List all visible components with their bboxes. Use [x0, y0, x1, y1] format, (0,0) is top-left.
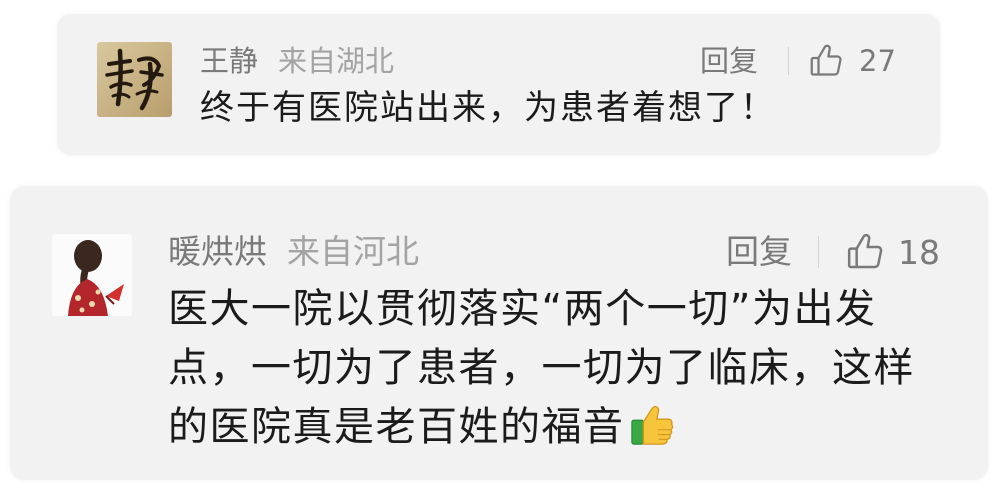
reply-button[interactable]: 回复 — [726, 232, 792, 272]
thumbs-up-outline-icon — [847, 233, 883, 269]
comment-text-line: 点，一切为了患者，一切为了临床，这样 — [168, 345, 915, 391]
comment-location: 来自河北 — [287, 232, 419, 271]
comment-author[interactable]: 王静 — [200, 44, 258, 78]
like-button[interactable]: 27 — [808, 42, 896, 80]
action-divider — [788, 47, 789, 75]
comment-location: 来自湖北 — [278, 44, 395, 78]
comment-card: 王静 来自湖北 回复 27 终于有医院站出来，为患者着想了！ — [57, 14, 940, 155]
comment-text-line: 医大一院以贯彻落实“两个一切”为出发 — [168, 286, 877, 332]
comment-meta: 王静 来自湖北 — [200, 44, 394, 78]
like-button[interactable]: 18 — [845, 231, 940, 273]
like-count: 27 — [859, 44, 896, 78]
comment-text-segment: 的医院真是老百姓的福音 — [168, 404, 625, 450]
thumbs-up-emoji-icon — [629, 401, 675, 447]
calligraphy-avatar-icon — [97, 42, 172, 117]
comment-card: 暖烘烘 来自河北 回复 18 医大一院以贯彻落实“两个一切”为出发 点，一切为了… — [10, 186, 988, 480]
comment-meta: 暖烘烘 来自河北 — [168, 232, 419, 272]
avatar[interactable] — [97, 42, 172, 117]
girl-red-dress-avatar-icon — [52, 234, 132, 316]
action-divider — [818, 236, 819, 268]
comment-text-line: 的医院真是老百姓的福音 — [168, 398, 915, 457]
comment-author[interactable]: 暖烘烘 — [168, 232, 267, 272]
reply-button[interactable]: 回复 — [700, 44, 758, 78]
thumbs-up-outline-icon — [810, 44, 842, 76]
avatar[interactable] — [52, 234, 132, 316]
comment-text: 医大一院以贯彻落实“两个一切”为出发 点，一切为了患者，一切为了临床，这样 的医… — [168, 280, 915, 457]
comment-text: 终于有医院站出来，为患者着想了！ — [200, 88, 776, 128]
like-count: 18 — [898, 232, 940, 272]
